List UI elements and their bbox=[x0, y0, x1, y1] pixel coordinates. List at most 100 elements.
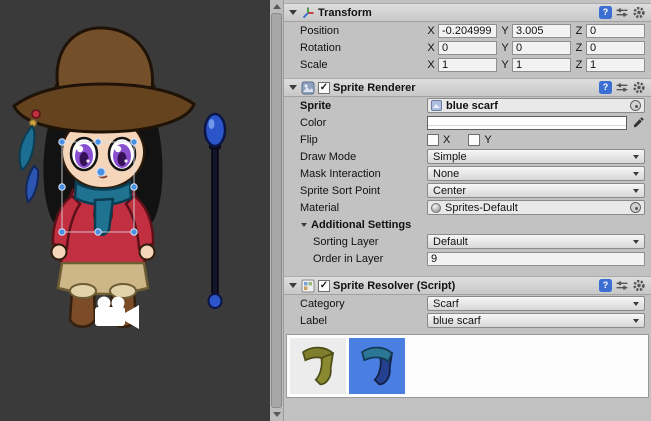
axis-y-label: Y bbox=[501, 42, 509, 54]
selection-handle[interactable] bbox=[131, 139, 137, 145]
additional-settings-label: Additional Settings bbox=[311, 219, 411, 231]
object-picker-icon[interactable] bbox=[630, 202, 641, 213]
scene-view[interactable] bbox=[0, 0, 270, 421]
selection-handle[interactable] bbox=[95, 139, 101, 145]
sprite-renderer-icon bbox=[301, 81, 315, 95]
sprite-thumbnail-strip bbox=[286, 334, 649, 398]
selection-handle[interactable] bbox=[131, 184, 137, 190]
help-icon[interactable]: ? bbox=[599, 6, 612, 19]
presets-icon[interactable] bbox=[615, 81, 629, 94]
draw-mode-row: Draw Mode Simple bbox=[284, 148, 651, 165]
selection-handle[interactable] bbox=[95, 229, 101, 235]
sorting-layer-label: Sorting Layer bbox=[300, 236, 427, 248]
rotation-label: Rotation bbox=[300, 42, 427, 54]
label-dropdown[interactable]: blue scarf bbox=[427, 313, 645, 328]
gear-icon[interactable] bbox=[632, 81, 646, 94]
scale-y-field[interactable] bbox=[512, 58, 571, 72]
selection-handle[interactable] bbox=[59, 139, 65, 145]
scale-row: Scale X Y Z bbox=[284, 56, 651, 73]
mask-interaction-dropdown[interactable]: None bbox=[427, 166, 645, 181]
position-x-field[interactable] bbox=[438, 24, 497, 38]
rotation-z-field[interactable] bbox=[586, 41, 645, 55]
presets-icon[interactable] bbox=[615, 279, 629, 292]
axis-z-label: Z bbox=[575, 42, 583, 54]
label-row: Label blue scarf bbox=[284, 312, 651, 329]
material-object-field[interactable]: Sprites-Default bbox=[427, 200, 645, 215]
color-row: Color bbox=[284, 114, 651, 131]
position-y-field[interactable] bbox=[512, 24, 571, 38]
axis-z-label: Z bbox=[575, 59, 583, 71]
draw-mode-dropdown[interactable]: Simple bbox=[427, 149, 645, 164]
presets-icon[interactable] bbox=[615, 6, 629, 19]
mask-interaction-value: None bbox=[433, 168, 459, 180]
material-sphere-icon bbox=[431, 203, 441, 213]
category-row: Category Scarf bbox=[284, 295, 651, 312]
blue-scarf-icon bbox=[354, 343, 400, 389]
material-label: Material bbox=[300, 202, 427, 214]
axis-y-label: Y bbox=[501, 25, 509, 37]
sprite-renderer-title: Sprite Renderer bbox=[333, 82, 416, 94]
sprite-thumbnail-green-scarf[interactable] bbox=[290, 338, 346, 394]
rotation-x-field[interactable] bbox=[438, 41, 497, 55]
help-icon[interactable]: ? bbox=[599, 81, 612, 94]
flip-x-checkbox[interactable] bbox=[427, 134, 439, 146]
axis-x-label: X bbox=[427, 42, 435, 54]
scene-canvas[interactable] bbox=[0, 0, 270, 421]
position-z-field[interactable] bbox=[586, 24, 645, 38]
axis-y-label: Y bbox=[501, 59, 509, 71]
selection-handle[interactable] bbox=[131, 229, 137, 235]
scale-z-field[interactable] bbox=[586, 58, 645, 72]
category-dropdown[interactable]: Scarf bbox=[427, 296, 645, 311]
sorting-layer-value: Default bbox=[433, 236, 468, 248]
transform-header[interactable]: Transform ? bbox=[284, 3, 651, 22]
material-object-name: Sprites-Default bbox=[445, 202, 518, 214]
scale-label: Scale bbox=[300, 59, 427, 71]
enabled-checkbox[interactable]: ✓ bbox=[318, 82, 330, 94]
chevron-down-icon bbox=[633, 189, 639, 193]
flip-y-checkbox[interactable] bbox=[468, 134, 480, 146]
rotation-row: Rotation X Y Z bbox=[284, 39, 651, 56]
sprite-sort-point-label: Sprite Sort Point bbox=[300, 185, 427, 197]
sprite-resolver-header[interactable]: ✓ Sprite Resolver (Script) ? bbox=[284, 276, 651, 295]
object-picker-icon[interactable] bbox=[630, 100, 641, 111]
order-in-layer-row: Order in Layer bbox=[284, 250, 651, 267]
inspector-scrollbar[interactable] bbox=[270, 0, 284, 421]
enabled-checkbox[interactable]: ✓ bbox=[318, 280, 330, 292]
sprite-sort-point-row: Sprite Sort Point Center bbox=[284, 182, 651, 199]
gear-icon[interactable] bbox=[632, 6, 646, 19]
chevron-down-icon bbox=[633, 302, 639, 306]
foldout-expanded-icon[interactable] bbox=[289, 10, 297, 15]
foldout-expanded-icon[interactable] bbox=[301, 223, 307, 227]
color-swatch-field[interactable] bbox=[427, 116, 627, 130]
sprite-sort-point-value: Center bbox=[433, 185, 466, 197]
rotation-y-field[interactable] bbox=[512, 41, 571, 55]
foldout-expanded-icon[interactable] bbox=[289, 283, 297, 288]
order-in-layer-field[interactable] bbox=[427, 252, 645, 266]
additional-settings-row[interactable]: Additional Settings bbox=[284, 216, 651, 233]
position-label: Position bbox=[300, 25, 427, 37]
selection-handle[interactable] bbox=[59, 184, 65, 190]
sprite-renderer-header[interactable]: ✓ Sprite Renderer ? bbox=[284, 78, 651, 97]
sprite-object-field[interactable]: blue scarf bbox=[427, 98, 645, 113]
eyedropper-icon[interactable] bbox=[632, 116, 645, 129]
green-scarf-icon bbox=[295, 343, 341, 389]
scroll-down-icon[interactable] bbox=[273, 412, 281, 417]
selection-handle[interactable] bbox=[59, 229, 65, 235]
scroll-up-icon[interactable] bbox=[273, 4, 281, 9]
position-row: Position X Y Z bbox=[284, 22, 651, 39]
sprite-thumbnail-blue-scarf[interactable] bbox=[349, 338, 405, 394]
draw-mode-label: Draw Mode bbox=[300, 151, 427, 163]
help-icon[interactable]: ? bbox=[599, 279, 612, 292]
category-value: Scarf bbox=[433, 298, 459, 310]
scrollbar-thumb[interactable] bbox=[271, 13, 282, 408]
foldout-expanded-icon[interactable] bbox=[289, 85, 297, 90]
flip-row: Flip X Y bbox=[284, 131, 651, 148]
axis-x-label: X bbox=[427, 59, 435, 71]
sprite-sort-point-dropdown[interactable]: Center bbox=[427, 183, 645, 198]
selection-pivot-handle[interactable] bbox=[97, 168, 105, 176]
scale-x-field[interactable] bbox=[438, 58, 497, 72]
gear-icon[interactable] bbox=[632, 279, 646, 292]
sorting-layer-dropdown[interactable]: Default bbox=[427, 234, 645, 249]
mask-interaction-row: Mask Interaction None bbox=[284, 165, 651, 182]
sprite-row: Sprite blue scarf bbox=[284, 97, 651, 114]
